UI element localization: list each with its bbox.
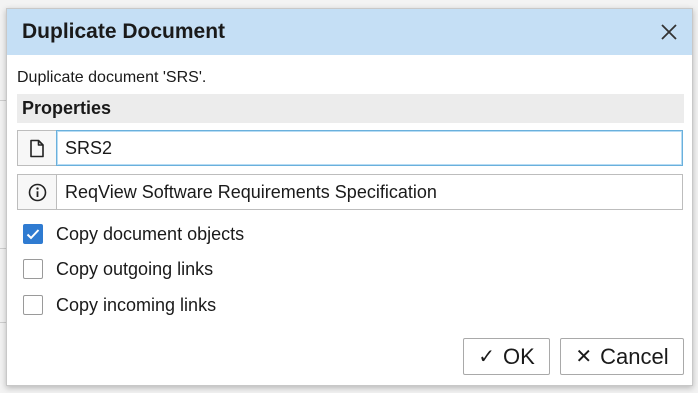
close-icon <box>661 24 677 40</box>
document-id-input[interactable] <box>56 130 683 166</box>
info-icon <box>28 183 46 201</box>
dialog-titlebar: Duplicate Document <box>7 9 692 55</box>
copy-document-objects-label: Copy document objects <box>56 223 245 244</box>
copy-document-objects-option[interactable]: Copy document objects <box>23 222 244 246</box>
dialog-description: Duplicate document 'SRS'. <box>17 69 207 86</box>
copy-incoming-links-label: Copy incoming links <box>56 294 217 315</box>
check-icon: ✓ <box>478 346 495 368</box>
copy-incoming-links-option[interactable]: Copy incoming links <box>23 293 216 317</box>
ok-button[interactable]: ✓ OK <box>463 338 550 375</box>
ok-button-label: OK <box>502 343 535 369</box>
copy-outgoing-links-option[interactable]: Copy outgoing links <box>23 257 213 281</box>
duplicate-document-dialog: Duplicate Document Duplicate document 'S… <box>6 8 693 386</box>
document-name-field-row <box>17 174 683 210</box>
document-icon <box>30 139 44 157</box>
copy-outgoing-links-label: Copy outgoing links <box>56 258 214 279</box>
close-button[interactable] <box>656 19 682 45</box>
dialog-title: Duplicate Document <box>22 20 226 43</box>
copy-document-objects-checkbox[interactable] <box>23 224 43 244</box>
document-id-field-row <box>17 130 683 166</box>
checkmark-icon <box>26 229 40 240</box>
cancel-button-label: Cancel <box>600 343 669 369</box>
x-icon: ✕ <box>575 346 593 368</box>
document-name-addon <box>17 174 56 210</box>
properties-section-header: Properties <box>17 94 684 123</box>
cancel-button[interactable]: ✕ Cancel <box>560 338 684 375</box>
section-title: Properties <box>22 98 112 118</box>
copy-outgoing-links-checkbox[interactable] <box>23 259 43 279</box>
copy-incoming-links-checkbox[interactable] <box>23 295 43 315</box>
document-name-input[interactable] <box>56 174 683 210</box>
document-id-addon <box>17 130 56 166</box>
